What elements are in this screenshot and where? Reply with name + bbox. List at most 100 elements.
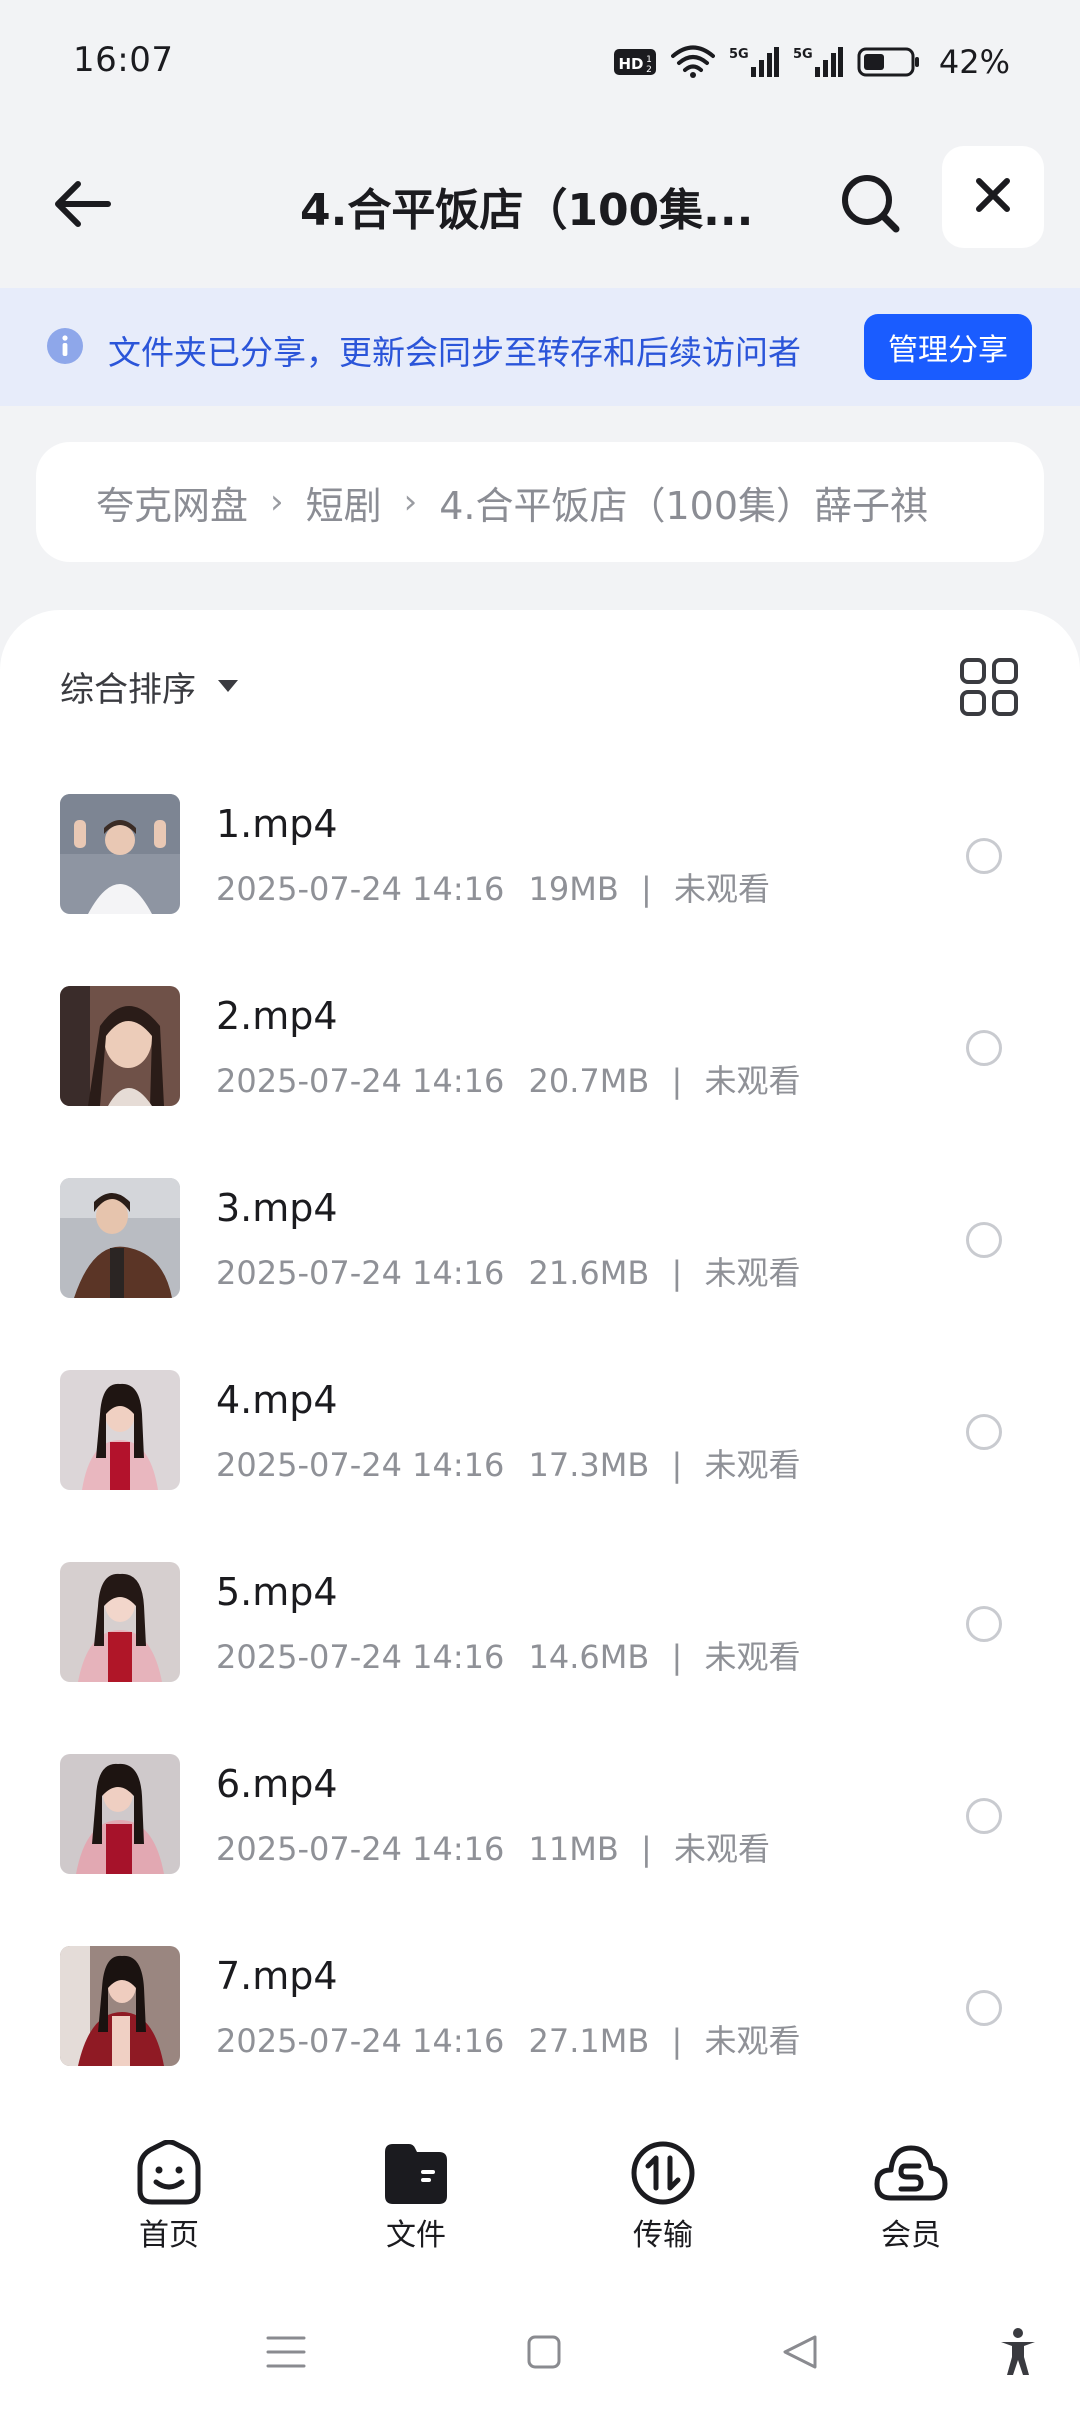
close-button[interactable]: [942, 146, 1044, 248]
share-banner-text: 文件夹已分享，更新会同步至转存和后续访问者: [108, 333, 801, 372]
file-row[interactable]: 3.mp4 2025-07-24 14:16 21.6MB | 未观看: [0, 1144, 1080, 1336]
file-name: 4.mp4: [216, 1378, 338, 1422]
file-row[interactable]: 7.mp4 2025-07-24 14:16 27.1MB | 未观看: [0, 1912, 1080, 2104]
battery-icon: [857, 46, 921, 78]
watch-status: 未观看: [704, 1254, 801, 1292]
sort-label: 综合排序: [60, 669, 196, 710]
file-name: 3.mp4: [216, 1186, 338, 1230]
meta-divider: |: [671, 1062, 683, 1100]
breadcrumb: 夸克网盘 › 短剧 › 4.合平饭店（100集）薛子祺: [36, 442, 1044, 562]
meta-divider: |: [640, 1830, 652, 1868]
file-date: 2025-07-24 14:16: [216, 1446, 505, 1484]
system-nav-bar: [0, 2292, 1080, 2412]
select-radio[interactable]: [966, 1798, 1002, 1834]
bottom-nav: 首页 文件 传输 会员: [0, 2110, 1080, 2292]
watch-status: 未观看: [673, 870, 770, 908]
system-back-button[interactable]: [770, 2324, 830, 2384]
video-thumbnail: [60, 794, 180, 914]
svg-text:5G: 5G: [793, 47, 813, 62]
svg-text:5G: 5G: [729, 47, 749, 62]
grid-view-icon: [958, 658, 1020, 722]
meta-divider: |: [671, 1638, 683, 1676]
file-row[interactable]: 4.mp4 2025-07-24 14:16 17.3MB | 未观看: [0, 1336, 1080, 1528]
signal-5g-icon-2: 5G: [793, 45, 843, 79]
accessibility-button[interactable]: [988, 2324, 1048, 2384]
nav-item-files[interactable]: 文件: [336, 2140, 496, 2254]
page-title: 4.合平饭店（100集...: [300, 185, 754, 236]
info-icon: [47, 328, 83, 364]
header: 4.合平饭店（100集...: [0, 126, 1080, 286]
svg-text:1: 1: [646, 55, 652, 65]
file-row[interactable]: 2.mp4 2025-07-24 14:16 20.7MB | 未观看: [0, 952, 1080, 1144]
breadcrumb-item-short-drama[interactable]: 短剧: [306, 475, 382, 530]
home-button[interactable]: [514, 2324, 574, 2384]
watch-status: 未观看: [704, 2022, 801, 2060]
manage-share-button[interactable]: 管理分享: [864, 314, 1032, 380]
watch-status: 未观看: [673, 1830, 770, 1868]
nav-label-files: 文件: [386, 2218, 446, 2253]
select-radio[interactable]: [966, 1606, 1002, 1642]
file-size: 11MB: [528, 1830, 619, 1868]
file-meta: 2025-07-24 14:16 21.6MB | 未观看: [216, 1248, 800, 1294]
select-radio[interactable]: [966, 1414, 1002, 1450]
hd-voice-icon: HD 1 2: [613, 47, 657, 77]
file-size: 20.7MB: [528, 1062, 650, 1100]
sort-dropdown[interactable]: 综合排序: [60, 658, 238, 714]
nav-item-transfer[interactable]: 传输: [583, 2140, 743, 2254]
nav-item-home[interactable]: 首页: [89, 2140, 249, 2254]
video-thumbnail: [60, 1562, 180, 1682]
file-size: 21.6MB: [528, 1254, 650, 1292]
file-name: 1.mp4: [216, 802, 338, 846]
video-thumbnail: [60, 1178, 180, 1298]
nav-label-transfer: 传输: [633, 2218, 693, 2253]
wifi-icon: [670, 45, 715, 79]
nav-label-member: 会员: [881, 2218, 941, 2253]
svg-text:HD: HD: [618, 55, 643, 73]
select-radio[interactable]: [966, 838, 1002, 874]
chevron-right-icon: ›: [403, 482, 418, 522]
file-row[interactable]: 1.mp4 2025-07-24 14:16 19MB | 未观看: [0, 760, 1080, 952]
file-list: 1.mp4 2025-07-24 14:16 19MB | 未观看 2.mp4 …: [0, 760, 1080, 2104]
search-icon: [840, 173, 902, 239]
breadcrumb-item-current: 4.合平饭店（100集）薛子祺: [439, 483, 929, 528]
file-panel: 综合排序 1.mp4 2025-07-24 14:16 19MB | 未观看 2…: [0, 610, 1080, 2110]
square-icon: [526, 2334, 562, 2374]
select-radio[interactable]: [966, 1990, 1002, 2026]
cloud-member-icon: [873, 2140, 949, 2206]
triangle-back-icon: [781, 2333, 819, 2375]
recents-button[interactable]: [256, 2324, 316, 2384]
file-size: 19MB: [528, 870, 619, 908]
file-row[interactable]: 5.mp4 2025-07-24 14:16 14.6MB | 未观看: [0, 1528, 1080, 1720]
watch-status: 未观看: [704, 1446, 801, 1484]
file-name: 2.mp4: [216, 994, 338, 1038]
share-banner: 文件夹已分享，更新会同步至转存和后续访问者 管理分享: [0, 288, 1080, 406]
status-time: 16:07: [73, 40, 174, 80]
select-radio[interactable]: [966, 1222, 1002, 1258]
video-thumbnail: [60, 1946, 180, 2066]
menu-lines-icon: [266, 2334, 306, 2374]
close-icon: [975, 177, 1011, 217]
file-date: 2025-07-24 14:16: [216, 1062, 505, 1100]
meta-divider: |: [671, 2022, 683, 2060]
battery-percent: 42%: [938, 43, 1010, 81]
meta-divider: |: [640, 870, 652, 908]
video-thumbnail: [60, 986, 180, 1106]
file-meta: 2025-07-24 14:16 11MB | 未观看: [216, 1824, 770, 1870]
back-button[interactable]: [40, 164, 124, 248]
nav-item-member[interactable]: 会员: [831, 2140, 991, 2254]
file-name: 6.mp4: [216, 1762, 338, 1806]
nav-label-home: 首页: [139, 2218, 199, 2253]
video-thumbnail: [60, 1754, 180, 1874]
file-row[interactable]: 6.mp4 2025-07-24 14:16 11MB | 未观看: [0, 1720, 1080, 1912]
watch-status: 未观看: [704, 1638, 801, 1676]
search-button[interactable]: [826, 164, 916, 248]
select-radio[interactable]: [966, 1030, 1002, 1066]
breadcrumb-item-root[interactable]: 夸克网盘: [96, 475, 248, 530]
grid-view-toggle[interactable]: [958, 656, 1020, 718]
file-meta: 2025-07-24 14:16 14.6MB | 未观看: [216, 1632, 800, 1678]
video-thumbnail: [60, 1370, 180, 1490]
status-bar: 16:07 HD 1 2 5G 5G 42%: [0, 0, 1080, 126]
status-icons: HD 1 2 5G 5G 42%: [613, 40, 1010, 84]
file-date: 2025-07-24 14:16: [216, 870, 505, 908]
file-meta: 2025-07-24 14:16 27.1MB | 未观看: [216, 2016, 800, 2062]
